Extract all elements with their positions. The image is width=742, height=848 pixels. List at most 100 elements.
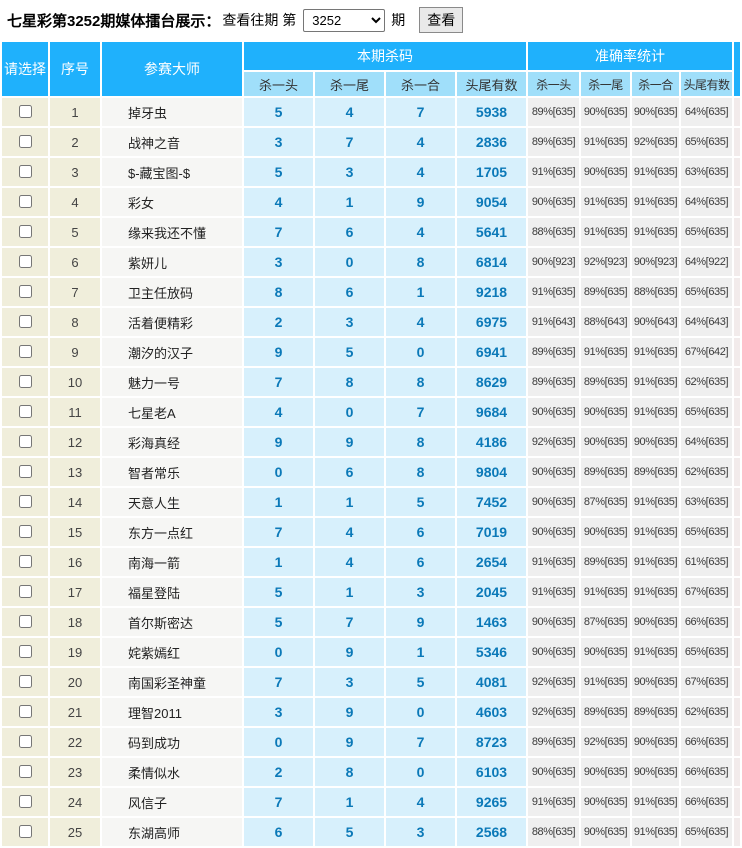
table-row: 20 南国彩圣神童 7 3 5 4081 92%[635] 91%[635] 90%[635] 6… xyxy=(2,668,740,696)
acc-kill-tail: 91%[635] xyxy=(581,578,630,606)
cutoff-column-cell xyxy=(734,608,740,636)
acc-headtail: 63%[635] xyxy=(681,158,732,186)
cutoff-column-cell xyxy=(734,818,740,846)
row-select-checkbox[interactable] xyxy=(18,315,32,329)
row-select-checkbox[interactable] xyxy=(18,705,32,719)
table-row: 16 南海一箭 1 4 6 2654 91%[635] 89%[635] 91%[635] 61%… xyxy=(2,548,740,576)
period-select[interactable]: 3252 xyxy=(303,8,386,32)
acc-kill-sum: 91%[635] xyxy=(632,818,679,846)
acc-kill-head: 92%[635] xyxy=(528,428,579,456)
kill-tail-value: 9 xyxy=(315,698,384,726)
kill-head-value: 5 xyxy=(244,98,313,126)
table-row: 4 彩女 4 1 9 9054 90%[635] 91%[635] 91%[635] 64%[63… xyxy=(2,188,740,216)
row-select-checkbox[interactable] xyxy=(18,135,32,149)
row-select-checkbox[interactable] xyxy=(18,105,32,119)
row-select-checkbox[interactable] xyxy=(18,465,32,479)
acc-kill-tail: 90%[635] xyxy=(581,758,630,786)
acc-kill-sum: 90%[635] xyxy=(632,758,679,786)
select-cell xyxy=(2,638,48,666)
headtail-digits-value: 5641 xyxy=(457,218,526,246)
row-select-checkbox[interactable] xyxy=(18,285,32,299)
headtail-digits-value: 1463 xyxy=(457,608,526,636)
cutoff-column-cell xyxy=(734,278,740,306)
select-cell xyxy=(2,818,48,846)
kill-sum-value: 8 xyxy=(386,248,455,276)
kill-tail-value: 4 xyxy=(315,98,384,126)
select-cell xyxy=(2,218,48,246)
acc-kill-tail: 90%[635] xyxy=(581,638,630,666)
cutoff-column-cell xyxy=(734,248,740,276)
cutoff-column-cell xyxy=(734,728,740,756)
col-header-kill-tail: 杀一尾 xyxy=(315,72,384,96)
select-cell xyxy=(2,578,48,606)
select-cell xyxy=(2,548,48,576)
row-select-checkbox[interactable] xyxy=(18,255,32,269)
master-name: 理智2011 xyxy=(102,698,242,726)
master-name: 首尔斯密达 xyxy=(102,608,242,636)
kill-head-value: 5 xyxy=(244,578,313,606)
kill-tail-value: 6 xyxy=(315,278,384,306)
table-row: 10 魅力一号 7 8 8 8629 89%[635] 89%[635] 91%[635] 62%… xyxy=(2,368,740,396)
row-select-checkbox[interactable] xyxy=(18,645,32,659)
kill-head-value: 4 xyxy=(244,188,313,216)
row-select-checkbox[interactable] xyxy=(18,405,32,419)
cutoff-column-header xyxy=(734,42,740,96)
select-cell xyxy=(2,278,48,306)
master-name: 东方一点红 xyxy=(102,518,242,546)
acc-headtail: 62%[635] xyxy=(681,368,732,396)
kill-tail-value: 7 xyxy=(315,128,384,156)
acc-kill-tail: 87%[635] xyxy=(581,608,630,636)
acc-headtail: 64%[922] xyxy=(681,248,732,276)
acc-kill-tail: 91%[635] xyxy=(581,338,630,366)
headtail-digits-value: 6975 xyxy=(457,308,526,336)
row-select-checkbox[interactable] xyxy=(18,555,32,569)
row-select-checkbox[interactable] xyxy=(18,435,32,449)
row-select-checkbox[interactable] xyxy=(18,735,32,749)
row-select-checkbox[interactable] xyxy=(18,675,32,689)
acc-kill-sum: 90%[643] xyxy=(632,308,679,336)
row-select-checkbox[interactable] xyxy=(18,615,32,629)
kill-sum-value: 1 xyxy=(386,638,455,666)
acc-headtail: 65%[635] xyxy=(681,278,732,306)
acc-kill-head: 90%[635] xyxy=(528,458,579,486)
acc-headtail: 66%[635] xyxy=(681,728,732,756)
acc-kill-tail: 90%[635] xyxy=(581,158,630,186)
row-select-checkbox[interactable] xyxy=(18,495,32,509)
select-cell xyxy=(2,248,48,276)
cutoff-column-cell xyxy=(734,548,740,576)
headtail-digits-value: 7019 xyxy=(457,518,526,546)
master-name: 南海一箭 xyxy=(102,548,242,576)
kill-head-value: 0 xyxy=(244,638,313,666)
row-select-checkbox[interactable] xyxy=(18,525,32,539)
row-select-checkbox[interactable] xyxy=(18,585,32,599)
table-row: 14 天意人生 1 1 5 7452 90%[635] 87%[635] 91%[635] 63%… xyxy=(2,488,740,516)
row-select-checkbox[interactable] xyxy=(18,225,32,239)
row-select-checkbox[interactable] xyxy=(18,765,32,779)
row-select-checkbox[interactable] xyxy=(18,375,32,389)
headtail-digits-value: 2045 xyxy=(457,578,526,606)
master-name: 天意人生 xyxy=(102,488,242,516)
headtail-digits-value: 9218 xyxy=(457,278,526,306)
select-cell xyxy=(2,158,48,186)
row-select-checkbox[interactable] xyxy=(18,165,32,179)
row-select-checkbox[interactable] xyxy=(18,345,32,359)
acc-headtail: 64%[635] xyxy=(681,428,732,456)
cutoff-column-cell xyxy=(734,128,740,156)
row-index: 24 xyxy=(50,788,100,816)
table-row: 2 战神之音 3 7 4 2836 89%[635] 91%[635] 92%[635] 65%[… xyxy=(2,128,740,156)
view-button[interactable]: 查看 xyxy=(419,7,464,33)
col-group-current-kill: 本期杀码 xyxy=(244,42,526,70)
master-name: 柔情似水 xyxy=(102,758,242,786)
kill-tail-value: 6 xyxy=(315,458,384,486)
row-select-checkbox[interactable] xyxy=(18,825,32,839)
kill-head-value: 8 xyxy=(244,278,313,306)
row-select-checkbox[interactable] xyxy=(18,195,32,209)
kill-tail-value: 3 xyxy=(315,308,384,336)
kill-tail-value: 0 xyxy=(315,248,384,276)
select-cell xyxy=(2,788,48,816)
row-select-checkbox[interactable] xyxy=(18,795,32,809)
kill-sum-value: 5 xyxy=(386,488,455,516)
cutoff-column-cell xyxy=(734,638,740,666)
kill-sum-value: 4 xyxy=(386,128,455,156)
row-index: 4 xyxy=(50,188,100,216)
